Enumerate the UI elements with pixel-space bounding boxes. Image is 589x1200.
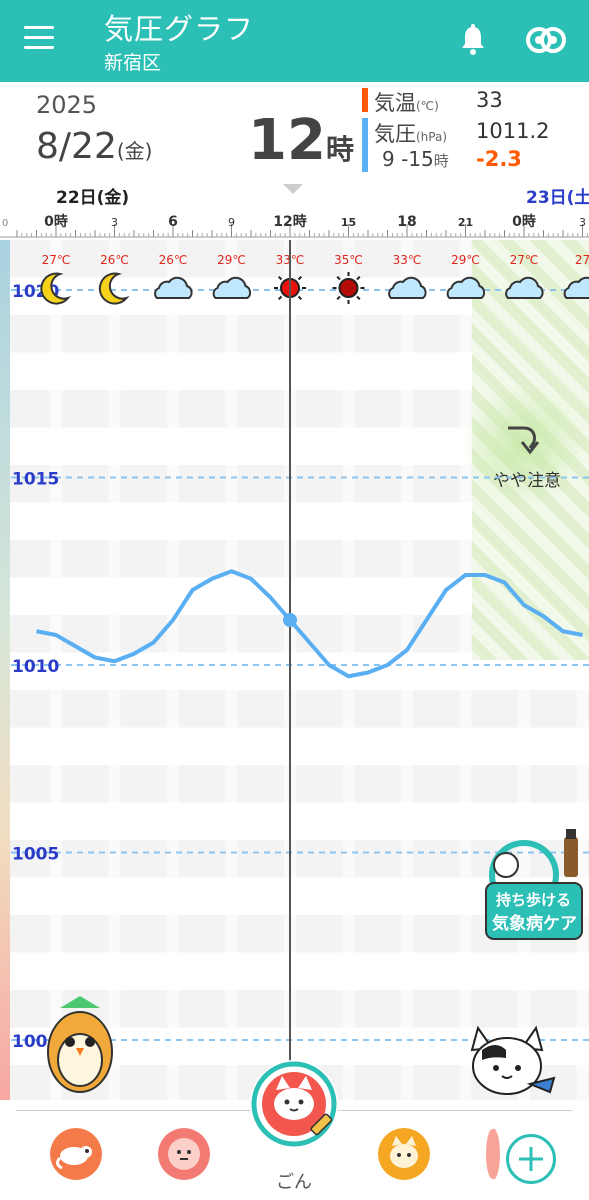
sun-shape [338, 278, 359, 298]
temp-label: 気温(℃) [374, 87, 439, 117]
forecast-temp: 27℃ [510, 253, 539, 267]
promo-text-1: 持ち歩ける [496, 891, 571, 909]
pressure-label-text: 気圧 [374, 122, 416, 146]
timeline-hour-label: 21 [458, 216, 473, 229]
face-icon[interactable] [158, 1128, 210, 1180]
hour-gridline [225, 240, 238, 1100]
add-icon[interactable] [506, 1134, 556, 1184]
forecast-temp: 26℃ [159, 253, 188, 267]
temp-color-bar [362, 88, 368, 112]
center-button[interactable] [250, 1060, 338, 1148]
timeline-edge-label: 0 [2, 218, 8, 229]
timeline-hour-label: 12時 [273, 213, 306, 230]
info-panel: 2025 8/22(金) 12時 気温(℃) 33 気圧(hPa) 1011.2… [0, 82, 589, 185]
timeline-hour-label: 3 [579, 216, 586, 229]
forecast-temp: 35℃ [334, 253, 363, 267]
pressure-delta: -2.3 [476, 147, 522, 171]
timeline-hour-label: 18 [397, 214, 416, 230]
forecast-temp: 26℃ [100, 253, 129, 267]
forecast-temp: 33℃ [393, 253, 422, 267]
year-label: 2025 [36, 91, 98, 119]
hour-gridline [401, 240, 413, 1100]
pressure-unit: (hPa) [416, 130, 448, 144]
y-axis-label: 1015 [12, 470, 59, 490]
temp-value: 33 [476, 88, 503, 112]
center-button-label: ごん [276, 1172, 312, 1193]
forecast-temp: 29℃ [217, 253, 246, 267]
pressure-gradient-bar [0, 240, 10, 1100]
bell-icon[interactable] [458, 24, 488, 56]
pressure-label: 気圧(hPa) [374, 118, 447, 148]
selected-hour: 12時 [248, 108, 354, 173]
range-label: 9 -15時 [382, 147, 449, 171]
y-axis-label: 100 [12, 1032, 48, 1052]
cat-face-icon [251, 1061, 337, 1147]
date-value: 8/22 [36, 126, 117, 167]
day-label-23: 23日(土 [526, 187, 589, 208]
timeline-hour-label: 9 [228, 216, 235, 229]
hour-gridline [459, 240, 472, 1100]
timeline-hour-label: 0時 [44, 213, 68, 230]
range-suffix: 時 [433, 152, 449, 170]
hour-suffix: 時 [325, 133, 354, 166]
warning-label: やや注意 [493, 471, 561, 491]
hour-value: 12 [248, 108, 326, 173]
menu-icon[interactable] [24, 26, 54, 52]
temp-label-text: 気温 [374, 91, 416, 115]
current-time-pointer [283, 184, 303, 194]
timeline-hour-label: 6 [168, 214, 178, 230]
forecast-temp: 29℃ [451, 253, 480, 267]
hour-gridline [342, 240, 355, 1100]
timeline-hour-label: 15 [341, 216, 356, 229]
chameleon-icon[interactable] [50, 1128, 102, 1180]
day-of-week: (金) [116, 139, 153, 163]
pressure-value: 1011.2 [476, 119, 550, 143]
hour-gridline [167, 240, 179, 1100]
promo-cat-icon [493, 852, 519, 878]
y-axis-label: 1005 [12, 845, 59, 865]
pressure-color-bar [362, 118, 368, 172]
timeline-hour-label: 3 [111, 216, 118, 229]
promo-text-2: 気象病ケア [491, 913, 577, 934]
timeline-hour-labels: 0時 3 6 9 12時 15 18 21 0時 3 0 [2, 213, 586, 230]
promo-bottle-icon [564, 837, 578, 877]
share-app-icon[interactable] [526, 22, 566, 58]
location-label[interactable]: 新宿区 [104, 48, 161, 75]
date-label: 8/22(金) [36, 126, 152, 167]
app-title: 気圧グラフ [104, 12, 255, 46]
timeline-hour-label: 0時 [512, 213, 536, 230]
partial-icon[interactable] [486, 1128, 500, 1180]
pressure-chart[interactable]: やや注意 1020101510101005100 27℃26℃26℃29℃33℃… [0, 240, 589, 1100]
current-pressure-dot [283, 613, 297, 627]
cat-icon[interactable] [378, 1128, 430, 1180]
app-bar: 気圧グラフ 新宿区 [0, 0, 589, 82]
forecast-temp: 27 [575, 253, 589, 267]
hour-gridline [108, 240, 121, 1100]
range-text: 9 -15 [382, 147, 434, 171]
temp-unit: (℃) [416, 99, 439, 113]
forecast-temp: 27℃ [42, 253, 71, 267]
day-label-22: 22日(金) [56, 187, 129, 208]
y-axis-label: 1010 [12, 657, 59, 677]
